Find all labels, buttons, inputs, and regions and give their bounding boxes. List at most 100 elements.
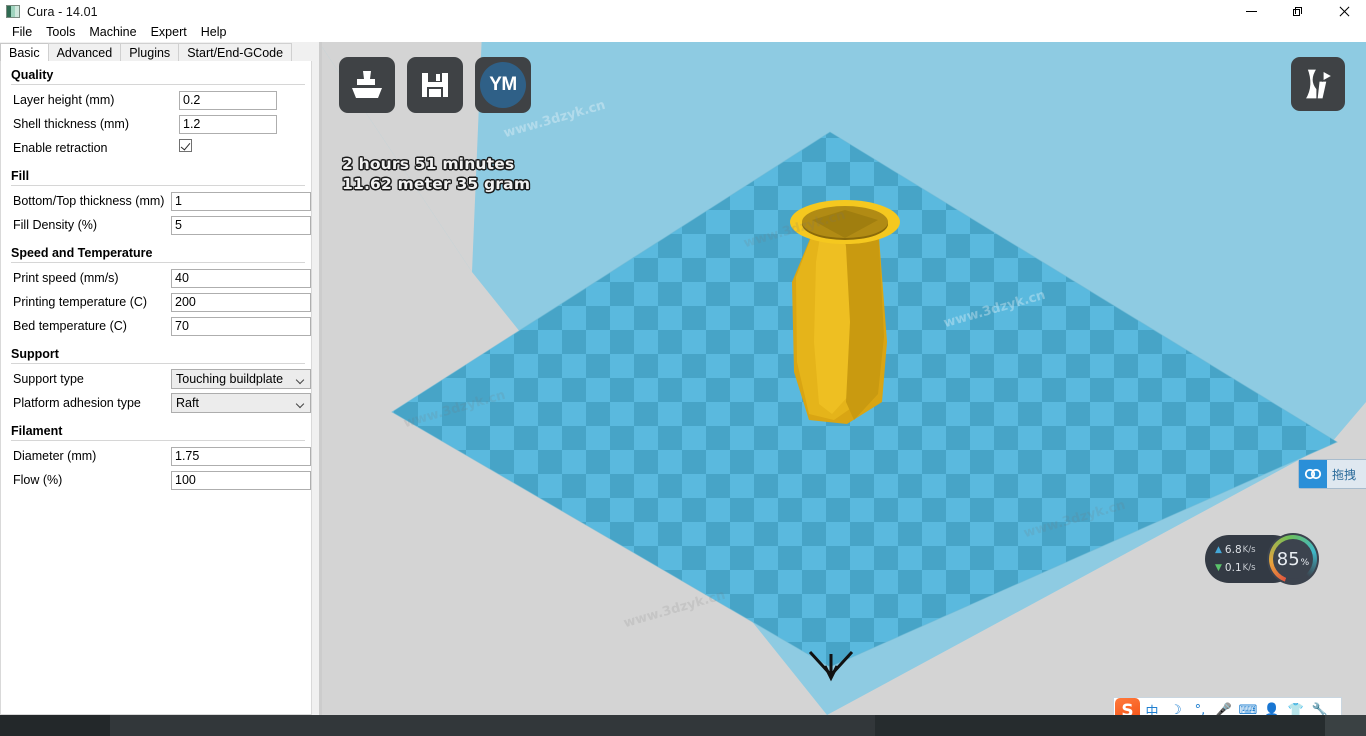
- chevron-down-icon: [297, 377, 305, 382]
- group-title: Quality: [11, 68, 54, 82]
- group-title: Fill: [11, 169, 30, 183]
- settings-panel-body: Quality Layer height (mm) Shell thickness …: [0, 61, 312, 715]
- setting-row: Bottom/Top thickness (mm): [1, 189, 311, 213]
- setting-label-bed-temperature-c: Bed temperature (C): [13, 319, 127, 333]
- setting-label-bottom-top-thickness-mm: Bottom/Top thickness (mm): [13, 194, 165, 208]
- gauge-label: 85 %: [1277, 549, 1309, 570]
- gauge-unit: %: [1300, 557, 1310, 568]
- tab-plugins[interactable]: Plugins: [120, 43, 180, 62]
- restore-icon: [1292, 7, 1302, 16]
- input-printing-temperature-c[interactable]: [171, 292, 311, 312]
- setting-label-platform-adhesion-type: Platform adhesion type: [13, 396, 141, 410]
- view-mode-icon: [1303, 68, 1334, 100]
- setting-row: Printing temperature (C): [1, 290, 311, 314]
- download-speed-value: 0.1: [1224, 562, 1242, 574]
- 3d-viewport[interactable]: YM 2 hours 51 minutes 11.62 meter 35 gra…: [322, 42, 1366, 715]
- menu-help[interactable]: Help: [195, 24, 235, 41]
- group-divider: [11, 185, 305, 186]
- settings-group-support: Support Support type Touching buildplate Pl…: [1, 347, 311, 415]
- setting-label-print-speed-mm-s: Print speed (mm/s): [13, 271, 119, 285]
- minimize-icon: [1245, 11, 1257, 12]
- setting-label-diameter-mm: Diameter (mm): [13, 449, 97, 463]
- setting-label-fill-density: Fill Density (%): [13, 218, 98, 232]
- upload-speed-value: 6.8: [1224, 544, 1242, 556]
- baidu-cloud-icon: [1299, 460, 1327, 488]
- menu-file[interactable]: File: [6, 24, 40, 41]
- load-model-icon: [352, 71, 382, 98]
- setting-label-flow: Flow (%): [13, 473, 63, 487]
- view-mode-button[interactable]: [1291, 57, 1345, 111]
- settings-tabstrip: Basic Advanced Plugins Start/End-GCode: [0, 42, 322, 62]
- setting-label-shell-thickness-mm: Shell thickness (mm): [13, 117, 129, 131]
- setting-row: Bed temperature (C): [1, 314, 311, 338]
- upload-speed-unit: K/s: [1242, 545, 1256, 555]
- group-divider: [11, 440, 305, 441]
- setting-row: Fill Density (%): [1, 213, 311, 237]
- window-title: Cura - 14.01: [27, 4, 98, 19]
- setting-row: Enable retraction: [1, 136, 311, 160]
- load-model-button[interactable]: [339, 57, 395, 113]
- input-shell-thickness-mm[interactable]: [179, 114, 277, 134]
- baidu-widget-label: 拖拽: [1332, 467, 1357, 482]
- group-title: Support: [11, 347, 59, 361]
- select-platform-adhesion-type[interactable]: Raft: [171, 393, 311, 413]
- input-flow[interactable]: [171, 470, 311, 490]
- setting-row: Layer height (mm): [1, 88, 311, 112]
- setting-label-printing-temperature-c: Printing temperature (C): [13, 295, 148, 309]
- settings-group-quality: Quality Layer height (mm) Shell thickness …: [1, 68, 311, 160]
- tab-start-end-gcode[interactable]: Start/End-GCode: [178, 43, 293, 62]
- tab-advanced[interactable]: Advanced: [47, 43, 122, 62]
- network-monitor-widget[interactable]: ▲ 6.8 K/s ▼ 0.1 K/s 85 %: [1205, 533, 1319, 585]
- settings-group-filament: Filament Diameter (mm) Flow (%): [1, 424, 311, 492]
- menu-tools[interactable]: Tools: [40, 24, 83, 41]
- select-value: Raft: [176, 396, 199, 410]
- close-button[interactable]: [1320, 0, 1366, 23]
- cpu-gauge[interactable]: 85 %: [1267, 533, 1319, 585]
- window-controls: [1228, 0, 1366, 23]
- group-title: Filament: [11, 424, 63, 438]
- title-bar: Cura - 14.01: [0, 0, 1366, 23]
- print-statistics: 2 hours 51 minutes 11.62 meter 35 gram: [342, 154, 530, 194]
- select-support-type[interactable]: Touching buildplate: [171, 369, 311, 389]
- gauge-value: 85: [1276, 548, 1300, 570]
- checkbox-enable-retraction[interactable]: [179, 139, 192, 152]
- chevron-down-icon: [297, 401, 305, 406]
- input-layer-height-mm[interactable]: [179, 90, 277, 110]
- input-fill-density[interactable]: [171, 215, 311, 235]
- tab-basic[interactable]: Basic: [0, 43, 49, 62]
- setting-label-layer-height-mm: Layer height (mm): [13, 93, 115, 107]
- group-divider: [11, 363, 305, 364]
- cura-application-window: Cura - 14.01 File Tools Machine Expert Help …: [0, 0, 1366, 736]
- setting-label-support-type: Support type: [13, 372, 84, 386]
- setting-row: Support type Touching buildplate: [1, 367, 311, 391]
- input-print-speed-mm-s[interactable]: [171, 268, 311, 288]
- menu-machine[interactable]: Machine: [83, 24, 144, 41]
- menu-bar: File Tools Machine Expert Help: [0, 23, 1366, 42]
- youmagine-share-button[interactable]: YM: [475, 57, 531, 113]
- minimize-button[interactable]: [1228, 0, 1274, 23]
- setting-row: Flow (%): [1, 468, 311, 492]
- download-arrow-icon: ▼: [1215, 563, 1222, 573]
- input-bed-temperature-c[interactable]: [171, 316, 311, 336]
- select-value: Touching buildplate: [176, 372, 284, 386]
- input-bottom-top-thickness-mm[interactable]: [171, 191, 311, 211]
- input-diameter-mm[interactable]: [171, 446, 311, 466]
- setting-row: Diameter (mm): [1, 444, 311, 468]
- setting-row: Platform adhesion type Raft: [1, 391, 311, 415]
- menu-expert[interactable]: Expert: [145, 24, 195, 41]
- youmagine-icon: YM: [480, 62, 526, 108]
- print-material: 11.62 meter 35 gram: [342, 175, 531, 193]
- close-icon: [1338, 6, 1349, 17]
- viewport-toolbar: YM: [339, 57, 531, 113]
- save-toolpath-button[interactable]: [407, 57, 463, 113]
- setting-row: Print speed (mm/s): [1, 266, 311, 290]
- cura-logo-icon: [6, 5, 20, 18]
- download-speed-unit: K/s: [1242, 563, 1256, 573]
- windows-taskbar[interactable]: [0, 715, 1366, 736]
- setting-row: Shell thickness (mm): [1, 112, 311, 136]
- maximize-button[interactable]: [1274, 0, 1320, 23]
- print-time: 2 hours 51 minutes: [342, 155, 515, 173]
- settings-panel: Basic Advanced Plugins Start/End-GCode Qual…: [0, 42, 322, 715]
- settings-group-fill: Fill Bottom/Top thickness (mm) Fill Densit…: [1, 169, 311, 237]
- baidu-cloud-widget[interactable]: 拖拽: [1298, 459, 1366, 489]
